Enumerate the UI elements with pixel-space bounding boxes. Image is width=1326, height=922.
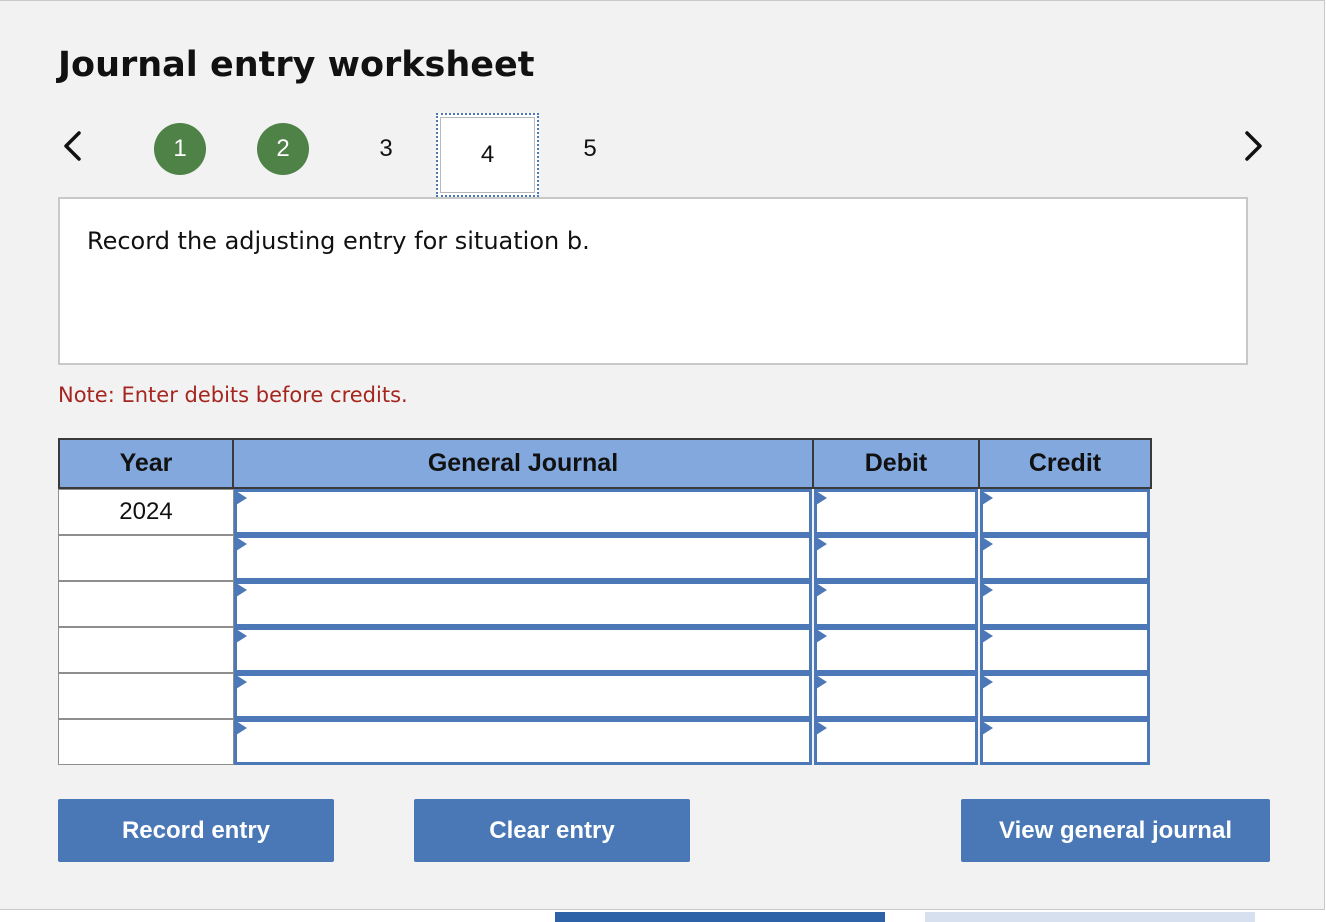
credit-input[interactable]	[980, 581, 1150, 627]
page-title: Journal entry worksheet	[58, 45, 535, 85]
account-dropdown[interactable]	[234, 719, 812, 765]
debit-input[interactable]	[814, 489, 978, 535]
bottom-tab-inactive[interactable]	[925, 912, 1255, 922]
year-cell[interactable]	[58, 535, 234, 581]
credit-input[interactable]	[980, 673, 1150, 719]
dropdown-arrow-icon	[236, 721, 247, 735]
year-cell[interactable]	[58, 627, 234, 673]
dropdown-arrow-icon	[816, 583, 827, 597]
dropdown-arrow-icon	[236, 583, 247, 597]
instruction-text: Record the adjusting entry for situation…	[87, 227, 590, 255]
year-cell[interactable]	[58, 673, 234, 719]
header-debit: Debit	[812, 438, 980, 489]
chevron-right-icon[interactable]	[1238, 128, 1268, 164]
year-cell[interactable]	[58, 581, 234, 627]
dropdown-arrow-icon	[982, 537, 993, 551]
credit-input[interactable]	[980, 719, 1150, 765]
instruction-box: Record the adjusting entry for situation…	[58, 197, 1248, 365]
year-cell[interactable]	[58, 719, 234, 765]
view-general-journal-button[interactable]: View general journal	[961, 799, 1270, 862]
dropdown-arrow-icon	[816, 537, 827, 551]
record-entry-button[interactable]: Record entry	[58, 799, 334, 862]
dropdown-arrow-icon	[236, 537, 247, 551]
step-1[interactable]: 1	[154, 123, 206, 175]
dropdown-arrow-icon	[982, 629, 993, 643]
header-year: Year	[58, 438, 234, 489]
credit-input[interactable]	[980, 627, 1150, 673]
dropdown-arrow-icon	[816, 491, 827, 505]
journal-row: 2024	[58, 489, 1152, 535]
debit-input[interactable]	[814, 673, 978, 719]
dropdown-arrow-icon	[236, 675, 247, 689]
year-cell: 2024	[58, 489, 234, 535]
dropdown-arrow-icon	[236, 491, 247, 505]
step-2[interactable]: 2	[257, 123, 309, 175]
account-dropdown[interactable]	[234, 535, 812, 581]
credit-input[interactable]	[980, 489, 1150, 535]
debit-input[interactable]	[814, 535, 978, 581]
dropdown-arrow-icon	[816, 721, 827, 735]
journal-row	[58, 719, 1152, 765]
dropdown-arrow-icon	[982, 721, 993, 735]
worksheet-panel: Journal entry worksheet 1 2 3 4 5 Record…	[0, 0, 1325, 910]
dropdown-arrow-icon	[982, 583, 993, 597]
debit-input[interactable]	[814, 719, 978, 765]
journal-row	[58, 627, 1152, 673]
dropdown-arrow-icon	[236, 629, 247, 643]
journal-table: Year General Journal Debit Credit 2024	[58, 438, 1152, 767]
chevron-left-icon[interactable]	[58, 128, 88, 164]
journal-row	[58, 581, 1152, 627]
header-credit: Credit	[978, 438, 1152, 489]
step-5[interactable]: 5	[564, 123, 616, 175]
step-3[interactable]: 3	[360, 123, 412, 175]
dropdown-arrow-icon	[982, 491, 993, 505]
bottom-tab-active[interactable]	[555, 912, 885, 922]
account-dropdown[interactable]	[234, 581, 812, 627]
debit-input[interactable]	[814, 581, 978, 627]
debit-input[interactable]	[814, 627, 978, 673]
note-text: Note: Enter debits before credits.	[58, 383, 408, 407]
step-4-current[interactable]: 4	[436, 113, 539, 197]
dropdown-arrow-icon	[982, 675, 993, 689]
account-dropdown[interactable]	[234, 673, 812, 719]
clear-entry-button[interactable]: Clear entry	[414, 799, 690, 862]
account-dropdown[interactable]	[234, 627, 812, 673]
journal-row	[58, 535, 1152, 581]
dropdown-arrow-icon	[816, 675, 827, 689]
dropdown-arrow-icon	[816, 629, 827, 643]
credit-input[interactable]	[980, 535, 1150, 581]
account-dropdown[interactable]	[234, 489, 812, 535]
journal-row	[58, 673, 1152, 719]
header-general-journal: General Journal	[232, 438, 814, 489]
